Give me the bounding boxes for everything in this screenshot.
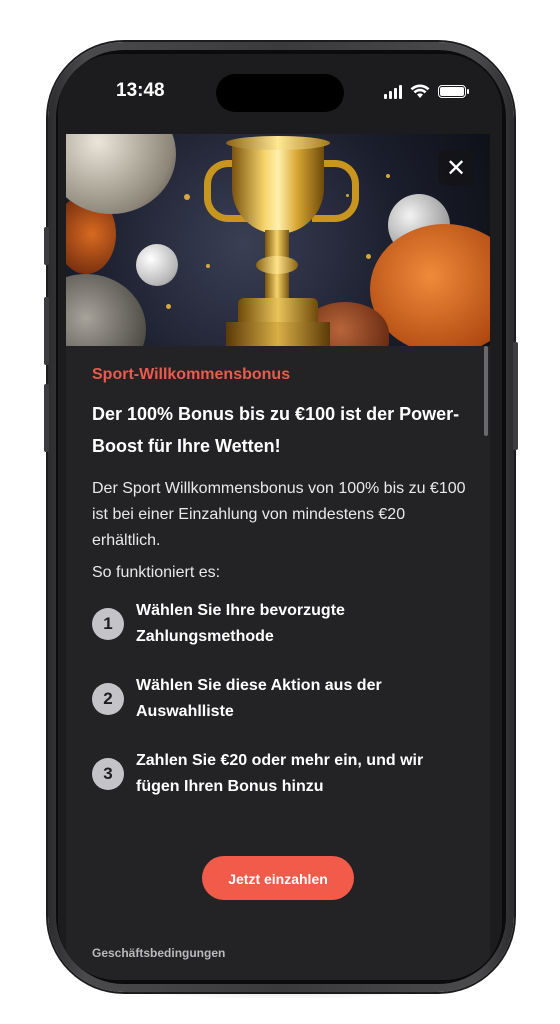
close-button[interactable]: ✕ [438, 150, 474, 186]
step-number-badge: 2 [92, 683, 124, 715]
power-button [513, 342, 518, 450]
step-item: 2 Wählen Sie diese Aktion aus der Auswah… [92, 673, 472, 725]
status-icons [384, 84, 469, 99]
step-item: 3 Zahlen Sie €20 oder mehr ein, und wir … [92, 748, 472, 800]
promo-eyebrow: Sport-Willkommensbonus [92, 366, 291, 383]
terms-link[interactable]: Geschäftsbedingungen [92, 946, 225, 960]
status-time: 13:48 [116, 80, 165, 101]
close-icon: ✕ [445, 154, 467, 182]
phone-screen: 13:48 ✕ Sport-Willkommensbonus Der 100% … [58, 54, 502, 980]
status-bar: 13:48 [58, 54, 502, 132]
deposit-button[interactable]: Jetzt einzahlen [202, 856, 354, 900]
scrollbar[interactable] [484, 346, 488, 436]
step-item: 1 Wählen Sie Ihre bevorzugte Zahlungsmet… [92, 598, 472, 650]
promo-headline: Der 100% Bonus bis zu €100 ist der Power… [92, 404, 460, 456]
step-text: Zahlen Sie €20 oder mehr ein, und wir fü… [136, 752, 424, 795]
volume-down-button [44, 384, 49, 452]
promo-description: Der Sport Willkommensbonus von 100% bis … [92, 480, 466, 549]
step-number-badge: 1 [92, 608, 124, 640]
step-number-badge: 3 [92, 758, 124, 790]
dynamic-island [216, 74, 344, 112]
step-text: Wählen Sie diese Aktion aus der Auswahll… [136, 677, 382, 720]
step-text: Wählen Sie Ihre bevorzugte Zahlungsmetho… [136, 602, 345, 645]
howto-heading: So funktioniert es: [92, 564, 221, 581]
action-button [44, 227, 49, 265]
volume-up-button [44, 297, 49, 365]
promo-content: Sport-Willkommensbonus Der 100% Bonus bi… [92, 366, 472, 823]
battery-icon [438, 85, 469, 98]
bonus-modal: ✕ Sport-Willkommensbonus Der 100% Bonus … [66, 134, 490, 980]
wifi-icon [410, 84, 430, 98]
signal-icon [384, 84, 402, 99]
steps-list: 1 Wählen Sie Ihre bevorzugte Zahlungsmet… [92, 598, 472, 800]
hero-image: ✕ [66, 134, 490, 346]
